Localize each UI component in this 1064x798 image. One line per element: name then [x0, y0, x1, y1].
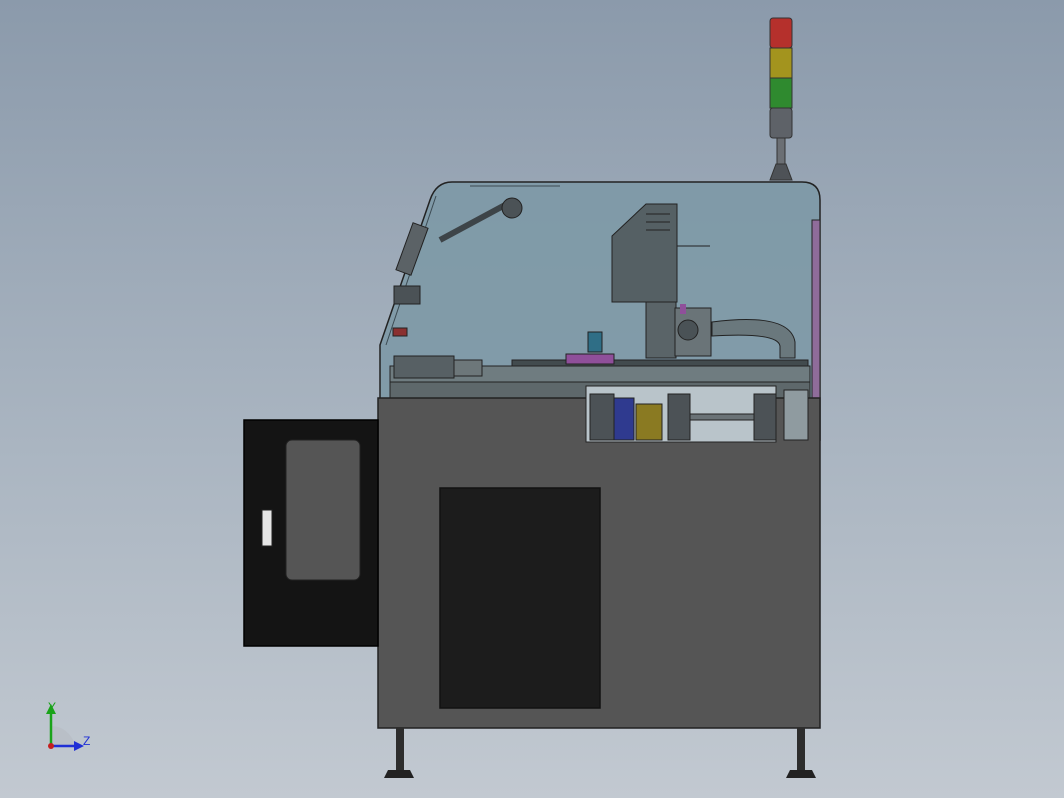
cad-viewport[interactable] [0, 0, 1064, 798]
y-axis-label: Y [48, 700, 56, 714]
machine-feet [384, 728, 816, 778]
signal-tower [769, 17, 793, 181]
door-handle[interactable] [261, 509, 273, 547]
axis-triad: Y Z [46, 700, 90, 751]
side-panel [811, 219, 821, 401]
side-door[interactable] [243, 419, 379, 647]
machine-cabinet [377, 385, 821, 729]
z-axis-label: Z [83, 734, 90, 748]
